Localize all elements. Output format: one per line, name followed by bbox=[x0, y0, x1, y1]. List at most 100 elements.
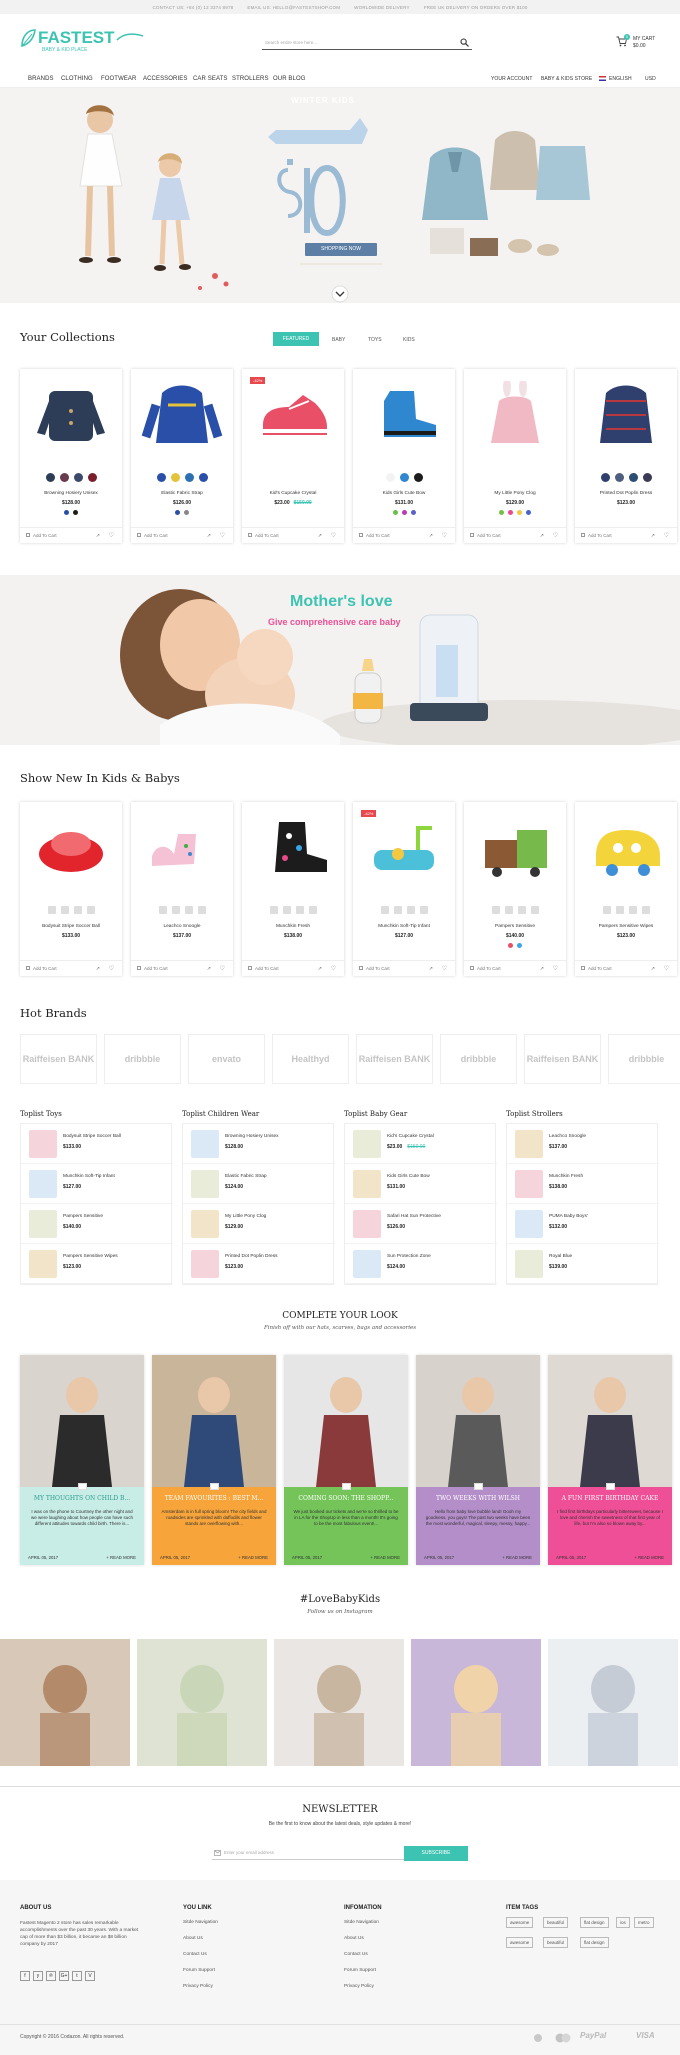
swatch[interactable] bbox=[198, 473, 208, 482]
product-card[interactable]: Browning Hosiery Unisex $128.00 Add To Car… bbox=[20, 369, 122, 543]
toplist-item-name[interactable]: Kid's Cupcake Crystal bbox=[387, 1134, 434, 1139]
search-icon[interactable] bbox=[460, 38, 469, 47]
footer-link[interactable]: Contact Us bbox=[344, 1952, 368, 1957]
tag-chip[interactable]: metro bbox=[634, 1917, 654, 1928]
add-to-cart-button[interactable]: Add To Cart bbox=[359, 966, 390, 971]
color-dot[interactable] bbox=[184, 510, 189, 515]
variant-thumb[interactable] bbox=[184, 906, 193, 914]
product-name[interactable]: My Little Pony Clog bbox=[464, 491, 566, 496]
swatch[interactable] bbox=[59, 473, 69, 482]
read-more-link[interactable]: + READ MORE bbox=[370, 1555, 400, 1560]
toplist-thumb[interactable] bbox=[191, 1250, 219, 1278]
social-icon[interactable]: f bbox=[20, 1971, 30, 1981]
add-to-cart-button[interactable]: Add To Cart bbox=[359, 533, 390, 538]
toplist-thumb[interactable] bbox=[29, 1210, 57, 1238]
toplist-item-name[interactable]: Elastic Fabric Strap bbox=[225, 1174, 267, 1179]
swatch[interactable] bbox=[600, 473, 610, 482]
tag-chip[interactable]: ios bbox=[616, 1917, 630, 1928]
variant-thumb[interactable] bbox=[282, 906, 291, 914]
product-name[interactable]: Pampers Sensitive bbox=[464, 924, 566, 929]
footer-link[interactable]: Privacy Policy bbox=[183, 1984, 213, 1989]
social-icon[interactable]: G+ bbox=[59, 1971, 69, 1981]
tag-chip[interactable]: beautiful bbox=[543, 1917, 569, 1928]
variant-thumb[interactable] bbox=[602, 906, 611, 914]
variant-thumb[interactable] bbox=[171, 906, 180, 914]
variant-thumb[interactable] bbox=[158, 906, 167, 914]
toplist-thumb[interactable] bbox=[353, 1210, 381, 1238]
toplist-item[interactable]: Munchkin Soft-Tip Infant $127.00 bbox=[21, 1164, 173, 1204]
compare-icon[interactable]: ↗ bbox=[429, 533, 433, 539]
product-name[interactable]: Munchkin Soft-Tip Infant bbox=[353, 924, 455, 929]
brand-logo[interactable]: dribbble bbox=[608, 1034, 680, 1084]
search-input[interactable]: Search entire store here... bbox=[265, 40, 317, 45]
variant-thumb[interactable] bbox=[419, 906, 428, 914]
product-card[interactable]: Munchkin Fresh $138.00 Add To Cart ↗ ♡ bbox=[242, 802, 344, 976]
subscribe-button[interactable]: SUBSCRIBE bbox=[404, 1846, 468, 1861]
product-name[interactable]: Elastic Fabric Strap bbox=[131, 491, 233, 496]
nav-item-blog[interactable]: OUR BLOG bbox=[273, 76, 305, 82]
product-image[interactable] bbox=[27, 381, 115, 451]
toplist-item[interactable]: Bodysuit Stripe Soccer Ball $133.00 bbox=[21, 1124, 173, 1164]
toplist-thumb[interactable] bbox=[353, 1130, 381, 1158]
read-more-link[interactable]: + READ MORE bbox=[634, 1555, 664, 1560]
nav-item-accessories[interactable]: ACCESSORIES bbox=[143, 76, 187, 82]
wishlist-icon[interactable]: ♡ bbox=[220, 532, 225, 539]
product-image[interactable] bbox=[360, 814, 448, 884]
blog-photo[interactable] bbox=[416, 1355, 540, 1487]
tab-baby[interactable]: BABY bbox=[332, 337, 345, 343]
compare-icon[interactable]: ↗ bbox=[96, 966, 100, 972]
toplist-item-name[interactable]: Kids Girls Cute Bow bbox=[387, 1174, 430, 1179]
tag-chip[interactable]: flat design bbox=[580, 1937, 609, 1948]
add-to-cart-button[interactable]: Add To Cart bbox=[137, 533, 168, 538]
toplist-item[interactable]: Pampers Sensitive Wipes $123.00 bbox=[21, 1244, 173, 1284]
product-name[interactable]: Pampers Sensitive Wipes bbox=[575, 924, 677, 929]
product-image[interactable] bbox=[249, 814, 337, 884]
toplist-item[interactable]: PUMA Baby Boys' $132.00 bbox=[507, 1204, 659, 1244]
social-icon[interactable]: ℗ bbox=[46, 1971, 56, 1981]
toplist-item-name[interactable]: Munchkin Fresh bbox=[549, 1174, 583, 1179]
swatch[interactable] bbox=[385, 473, 395, 482]
compare-icon[interactable]: ↗ bbox=[207, 966, 211, 972]
brand-logo[interactable]: dribbble bbox=[104, 1034, 181, 1084]
blog-photo[interactable] bbox=[548, 1355, 672, 1487]
compare-icon[interactable]: ↗ bbox=[96, 533, 100, 539]
variant-thumb[interactable] bbox=[380, 906, 389, 914]
add-to-cart-button[interactable]: Add To Cart bbox=[470, 533, 501, 538]
swatch[interactable] bbox=[628, 473, 638, 482]
variant-thumb[interactable] bbox=[269, 906, 278, 914]
footer-link[interactable]: Privacy Policy bbox=[344, 1984, 374, 1989]
toplist-item[interactable]: Printed Dot Poplin Dress $123.00 bbox=[183, 1244, 335, 1284]
brand-logo[interactable]: envato bbox=[188, 1034, 265, 1084]
tag-chip[interactable]: beautiful bbox=[543, 1937, 569, 1948]
toplist-thumb[interactable] bbox=[515, 1130, 543, 1158]
swatch[interactable] bbox=[45, 473, 55, 482]
instagram-photo[interactable] bbox=[274, 1639, 404, 1766]
toplist-item-name[interactable]: Sun Protection Zone bbox=[387, 1254, 431, 1259]
product-image[interactable] bbox=[582, 814, 670, 884]
toplist-item[interactable]: Sun Protection Zone $124.00 bbox=[345, 1244, 497, 1284]
add-to-cart-button[interactable]: Add To Cart bbox=[581, 966, 612, 971]
swatch[interactable] bbox=[87, 473, 97, 482]
swatch[interactable] bbox=[184, 473, 194, 482]
product-card[interactable]: Pampers Sensitive Wipes $123.00 Add To Car… bbox=[575, 802, 677, 976]
variant-thumb[interactable] bbox=[86, 906, 95, 914]
color-dot[interactable] bbox=[517, 510, 522, 515]
compare-icon[interactable]: ↗ bbox=[207, 533, 211, 539]
blog-post-card[interactable]: TEAM FAVOURITES : BEST M... Amsterdam is … bbox=[152, 1355, 276, 1565]
toplist-item-name[interactable]: Bodysuit Stripe Soccer Ball bbox=[63, 1134, 121, 1139]
toplist-item[interactable]: Royal Blue $139.00 bbox=[507, 1244, 659, 1284]
compare-icon[interactable]: ↗ bbox=[651, 533, 655, 539]
instagram-photo[interactable] bbox=[0, 1639, 130, 1766]
footer-link[interactable]: Sitde Navigation bbox=[183, 1920, 218, 1925]
nav-item-clothing[interactable]: CLOTHING bbox=[61, 76, 93, 82]
product-name[interactable]: Kids Girls Cute Bow bbox=[353, 491, 455, 496]
add-to-cart-button[interactable]: Add To Cart bbox=[470, 966, 501, 971]
compare-icon[interactable]: ↗ bbox=[651, 966, 655, 972]
add-to-cart-button[interactable]: Add To Cart bbox=[248, 966, 279, 971]
hero-slider[interactable]: WINTER KIDS $10 SHOPPING NOW bbox=[0, 88, 680, 303]
product-image[interactable] bbox=[138, 381, 226, 451]
product-image[interactable] bbox=[471, 814, 559, 884]
color-dot[interactable] bbox=[401, 510, 407, 515]
toplist-thumb[interactable] bbox=[515, 1210, 543, 1238]
compare-icon[interactable]: ↗ bbox=[318, 966, 322, 972]
